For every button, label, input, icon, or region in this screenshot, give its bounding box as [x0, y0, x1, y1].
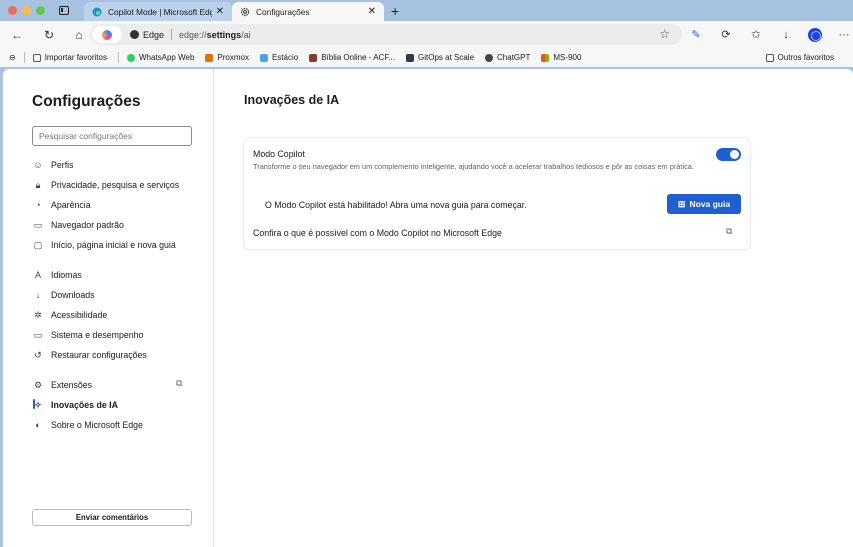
favorites-separator — [117, 52, 119, 63]
edge-site-icon — [130, 30, 139, 39]
laptop-icon: ▭ — [33, 329, 43, 340]
copilot-button[interactable] — [92, 26, 122, 43]
new-tab-button[interactable]: ⊞ Nova guia — [667, 194, 741, 214]
home-icon: ▢ — [33, 239, 43, 250]
settings-page: Configurações ☺Perfis 🔒︎Privacidade, pes… — [3, 69, 853, 547]
search-input[interactable] — [32, 126, 192, 146]
address-bar[interactable]: Edge edge://settings/ai ☆ — [90, 24, 682, 45]
more-menu-icon[interactable]: ··· — [836, 29, 852, 41]
favorites-separator — [23, 52, 25, 63]
favorite-item[interactable]: MS-900 — [541, 53, 581, 62]
window-controls — [8, 6, 45, 15]
appearance-icon: ◔ — [35, 200, 41, 210]
language-icon: A — [34, 270, 41, 280]
tab-title: Copilot Mode | Microsoft Edge — [108, 6, 212, 17]
favorites-toggle-icon[interactable]: ⊖ — [9, 53, 16, 62]
home-icon[interactable]: ⌂ — [68, 28, 90, 42]
folder-icon — [765, 53, 774, 62]
tab-bar: Copilot Mode | Microsoft Edge ✕ Configur… — [0, 0, 853, 21]
page-title: Configurações — [32, 93, 141, 110]
favorite-item[interactable]: GitOps at Scale — [406, 53, 474, 62]
edge-icon: ◐ — [35, 420, 41, 430]
copilot-icon — [102, 29, 112, 40]
favorites-bar: ⊖ Importar favoritos WhatsApp Web Proxmo… — [0, 48, 853, 67]
favorite-item[interactable]: WhatsApp Web — [126, 53, 194, 62]
accessibility-icon: ✲ — [34, 309, 42, 320]
sidebar-item-perfis[interactable]: ☺ Perfis — [32, 155, 202, 175]
copilot-learn-more-link[interactable]: Confira o que é possível com o Modo Copi… — [253, 228, 502, 238]
favorite-star-icon[interactable]: ☆ — [659, 27, 670, 41]
new-tab-icon[interactable]: + — [391, 3, 399, 19]
sidebar-item-sistema[interactable]: ▭ Sistema e desempenho — [32, 325, 202, 345]
sidebar-item-aparencia[interactable]: ◔ Aparência — [32, 195, 202, 215]
sidebar-item-downloads[interactable]: ↓ Downloads — [32, 285, 202, 305]
sidebar-item-navegador-padrao[interactable]: ▭ Navegador padrão — [32, 215, 202, 235]
copilot-enabled-message: O Modo Copilot está habilitado! Abra uma… — [265, 200, 527, 210]
sidebar-item-idiomas[interactable]: A Idiomas — [32, 265, 202, 285]
favorite-item[interactable]: Proxmox — [205, 53, 249, 62]
other-favorites[interactable]: Outros favoritos — [765, 48, 834, 67]
edge-logo-icon — [92, 7, 102, 16]
gear-icon — [240, 7, 250, 16]
back-icon[interactable]: ← — [6, 28, 28, 42]
import-icon — [32, 53, 41, 62]
sidebar-toggle-icon[interactable] — [59, 6, 69, 15]
address-separator — [171, 29, 173, 40]
reset-icon: ↺ — [34, 349, 42, 360]
microsoft-icon — [541, 53, 550, 62]
favorite-item[interactable]: ChatGPT — [485, 53, 530, 62]
profile-icon: ☺ — [33, 160, 43, 170]
download-icon: ↓ — [35, 290, 41, 300]
copilot-mode-toggle[interactable] — [716, 148, 741, 161]
browser-icon: ▭ — [33, 219, 43, 230]
gitops-icon — [406, 53, 414, 62]
copilot-mode-description: Transforme o seu navegador em um complem… — [253, 162, 694, 171]
download-icon[interactable]: ↓ — [778, 29, 794, 41]
chatgpt-icon — [485, 53, 494, 62]
url-text[interactable]: edge://settings/ai — [179, 30, 251, 40]
favorite-item[interactable]: Estácio — [259, 53, 298, 62]
favorite-item[interactable]: Bíblia Online - ACF... — [309, 53, 395, 62]
extensions-icon: ⚙ — [33, 379, 43, 390]
external-link-icon[interactable]: ⧉ — [726, 226, 732, 237]
settings-sidebar: Configurações ☺Perfis 🔒︎Privacidade, pes… — [3, 69, 214, 547]
tab-copilot-mode[interactable]: Copilot Mode | Microsoft Edge ✕ — [84, 2, 232, 21]
maximize-window-button[interactable] — [36, 6, 45, 15]
profile-avatar[interactable] — [808, 27, 822, 42]
sidebar-item-restaurar[interactable]: ↺ Restaurar configurações — [32, 345, 202, 365]
new-tab-icon: ⊞ — [677, 198, 686, 209]
lock-icon: 🔒︎ — [35, 179, 41, 190]
browser-toolbar: ← ↻ ⌂ Edge edge://settings/ai ☆ ✎ ⟳ ✩ ↓ … — [0, 21, 853, 48]
sidebar-item-privacidade[interactable]: 🔒︎ Privacidade, pesquisa e serviços — [32, 175, 202, 195]
close-window-button[interactable] — [8, 6, 17, 15]
external-link-icon[interactable]: ⧉ — [176, 378, 182, 389]
minimize-window-button[interactable] — [22, 6, 31, 15]
ai-icon: ✧ — [34, 399, 42, 410]
estacio-icon — [259, 53, 268, 62]
tab-title: Configurações — [256, 6, 310, 17]
sidebar-item-acessibilidade[interactable]: ✲ Acessibilidade — [32, 305, 202, 325]
copilot-mode-card: Modo Copilot Transforme o seu navegador … — [244, 138, 750, 249]
sidebar-item-sobre[interactable]: ◐ Sobre o Microsoft Edge — [32, 415, 202, 435]
bible-icon — [309, 53, 318, 62]
feedback-button[interactable]: Enviar comentários — [32, 509, 192, 526]
favorite-item[interactable]: Importar favoritos — [32, 53, 107, 62]
copilot-mode-title: Modo Copilot — [253, 149, 305, 159]
pen-icon[interactable]: ✎ — [688, 28, 704, 41]
section-title: Inovações de IA — [244, 93, 340, 107]
tab-configuracoes[interactable]: Configurações ✕ — [232, 2, 384, 21]
proxmox-icon — [205, 53, 214, 62]
tab-close-icon[interactable]: ✕ — [216, 6, 224, 17]
refresh-icon[interactable]: ↻ — [38, 28, 60, 42]
sidebar-item-inicio[interactable]: ▢ Início, página inicial e nova guia — [32, 235, 202, 255]
whatsapp-icon — [126, 53, 135, 62]
favorites-icon[interactable]: ✩ — [748, 28, 764, 41]
sidebar-item-inovacoes-ia[interactable]: ✧ Inovações de IA — [32, 395, 202, 415]
tab-close-icon[interactable]: ✕ — [368, 6, 376, 17]
site-label: Edge — [143, 29, 165, 40]
extensions-puzzle-icon[interactable]: ⟳ — [718, 28, 734, 41]
